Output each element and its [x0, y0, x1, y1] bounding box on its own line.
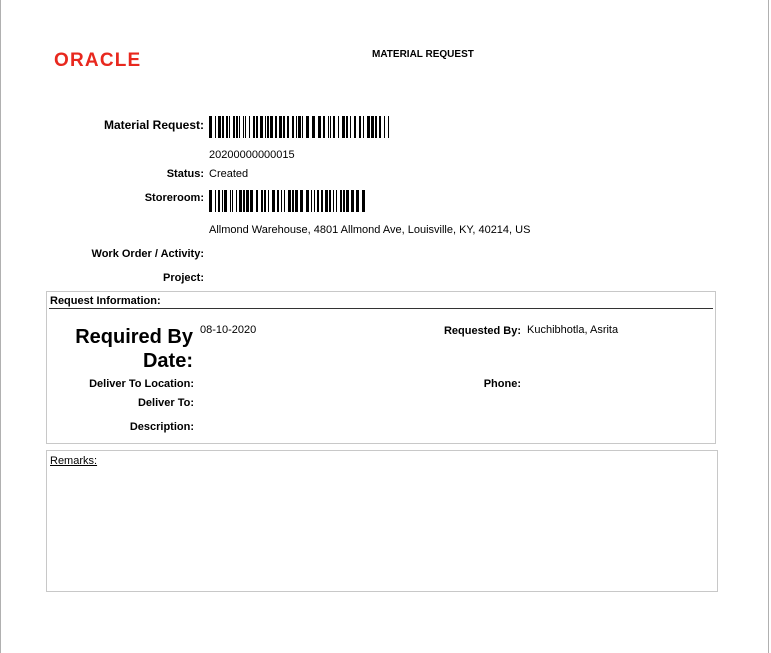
deliver-to-location-label: Deliver To Location: — [89, 378, 194, 390]
status-label: Status: — [166, 168, 204, 180]
oracle-logo: ORACLE — [54, 50, 142, 71]
storeroom-barcode — [209, 190, 365, 212]
storeroom-label: Storeroom: — [144, 192, 204, 204]
section-divider — [49, 308, 713, 309]
remarks-section: Remarks: — [46, 450, 718, 592]
description-label: Description: — [129, 421, 194, 433]
remarks-title: Remarks: — [50, 455, 98, 467]
requested-by-label: Requested By: — [443, 325, 521, 337]
required-by-date-value: 08-10-2020 — [200, 324, 257, 336]
request-information-section: Request Information: Required By Date: 0… — [46, 291, 716, 444]
document-title: MATERIAL REQUEST — [372, 49, 474, 60]
material-request-label: Material Request: — [103, 118, 204, 132]
required-by-date-label: Required By Date: — [75, 326, 193, 372]
work-order-label: Work Order / Activity: — [91, 248, 204, 260]
deliver-to-label: Deliver To: — [137, 397, 194, 409]
project-label: Project: — [163, 272, 204, 284]
status-value: Created — [209, 168, 249, 180]
phone-label: Phone: — [483, 378, 521, 390]
material-request-number: 20200000000015 — [209, 149, 295, 161]
storeroom-address: Allmond Warehouse, 4801 Allmond Ave, Lou… — [209, 224, 531, 236]
requested-by-value: Kuchibhotla, Asrita — [527, 324, 619, 336]
material-request-barcode — [209, 116, 389, 138]
request-information-title: Request Information: — [50, 295, 161, 307]
